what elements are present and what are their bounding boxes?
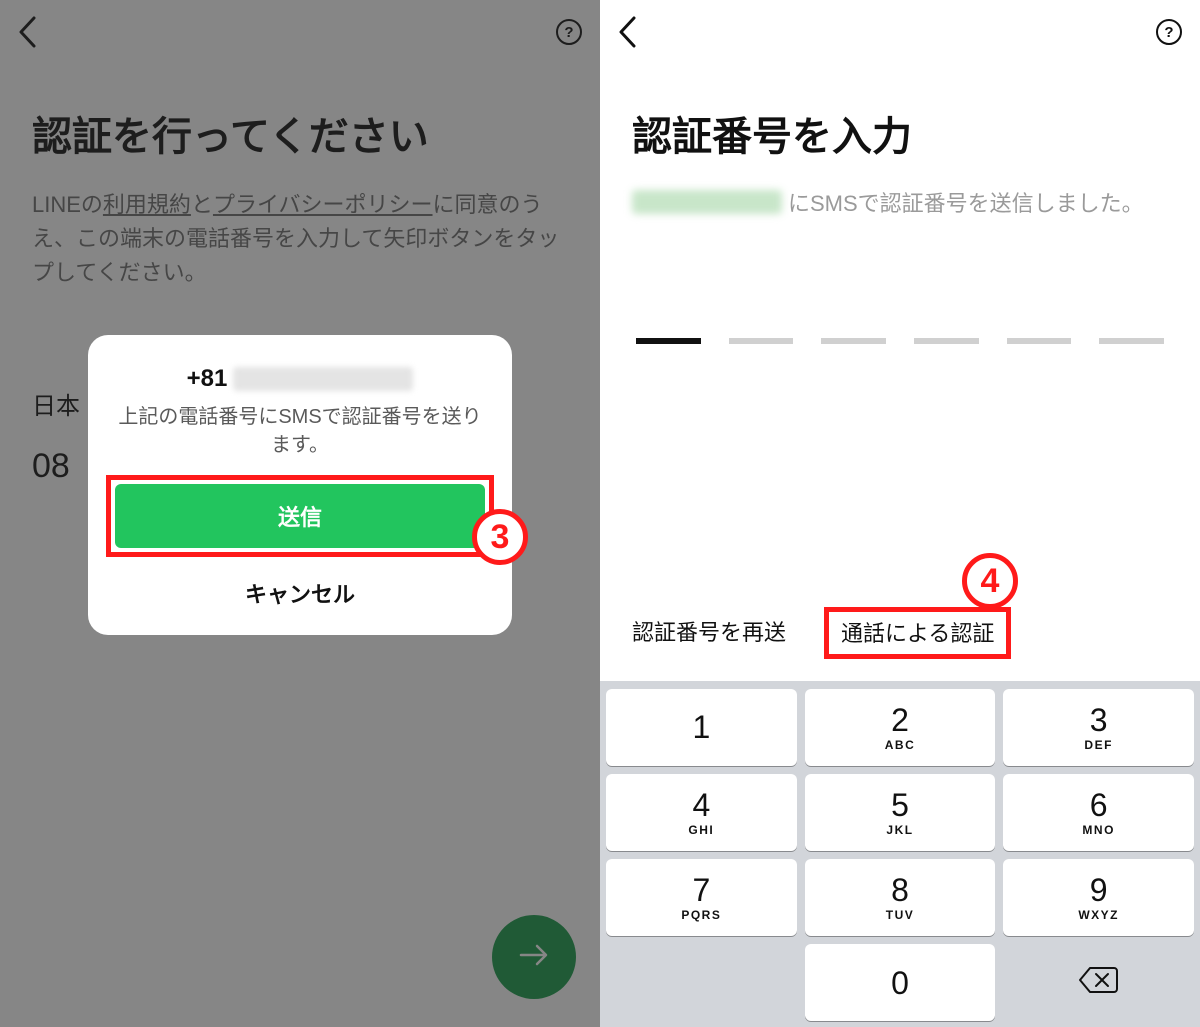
key-2[interactable]: 2ABC — [805, 689, 996, 766]
code-digit-1 — [636, 338, 701, 344]
key-0[interactable]: 0 — [805, 944, 996, 1021]
help-icon[interactable]: ? — [1154, 17, 1184, 47]
key-6[interactable]: 6MNO — [1003, 774, 1194, 851]
numeric-keypad: 1 2ABC 3DEF 4GHI 5JKL 6MNO 7PQRS 8TUV 9W… — [600, 681, 1200, 1027]
highlight-box: 送信 — [106, 475, 494, 557]
screen-verify-send: ? 認証を行ってください LINEの利用規約とプライバシーポリシーに同意のうえ、… — [0, 0, 600, 1027]
key-5[interactable]: 5JKL — [805, 774, 996, 851]
step-badge-3: 3 — [472, 509, 528, 565]
key-9[interactable]: 9WXYZ — [1003, 859, 1194, 936]
key-4[interactable]: 4GHI — [606, 774, 797, 851]
step-badge-4: 4 — [962, 553, 1018, 609]
resend-row: 認証番号を再送 通話による認証 — [632, 615, 1168, 659]
key-8[interactable]: 8TUV — [805, 859, 996, 936]
sent-message: にSMSで認証番号を送信しました。 — [632, 186, 1168, 218]
key-empty — [606, 944, 797, 1021]
redacted-number — [632, 190, 782, 214]
code-digit-6 — [1099, 338, 1164, 344]
code-digit-4 — [914, 338, 979, 344]
resend-code-link[interactable]: 認証番号を再送 — [632, 615, 786, 659]
redacted-number — [233, 367, 413, 391]
key-1[interactable]: 1 — [606, 689, 797, 766]
code-input[interactable] — [632, 338, 1168, 344]
send-button[interactable]: 送信 — [115, 484, 485, 548]
key-backspace[interactable] — [1003, 944, 1194, 1021]
call-auth-link[interactable]: 通話による認証 — [841, 621, 994, 646]
phone-prefix: +81 — [187, 365, 228, 393]
highlight-box: 通話による認証 — [824, 607, 1011, 659]
code-digit-3 — [821, 338, 886, 344]
page-title: 認証番号を入力 — [632, 104, 1168, 162]
code-digit-2 — [729, 338, 794, 344]
back-icon[interactable] — [616, 15, 638, 49]
code-digit-5 — [1007, 338, 1072, 344]
content-area: 認証番号を入力 にSMSで認証番号を送信しました。 — [600, 104, 1200, 344]
nav-bar: ? — [600, 0, 1200, 64]
confirm-modal: +81 上記の電話番号にSMSで認証番号を送ります。 送信 キャンセル — [88, 335, 512, 635]
key-3[interactable]: 3DEF — [1003, 689, 1194, 766]
modal-phone-number: +81 — [106, 365, 494, 393]
backspace-icon — [1078, 965, 1120, 1000]
cancel-button[interactable]: キャンセル — [245, 577, 355, 609]
key-7[interactable]: 7PQRS — [606, 859, 797, 936]
modal-subtitle: 上記の電話番号にSMSで認証番号を送ります。 — [106, 403, 494, 459]
svg-text:?: ? — [1164, 24, 1173, 41]
screen-enter-code: ? 認証番号を入力 にSMSで認証番号を送信しました。 認証番号を再送 通話によ… — [600, 0, 1200, 1027]
